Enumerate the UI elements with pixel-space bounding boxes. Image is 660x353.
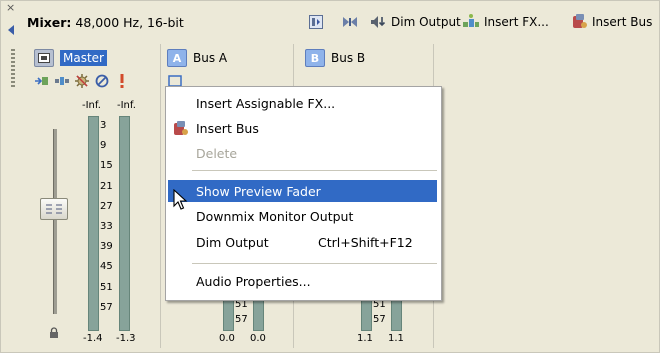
menu-item-label: Audio Properties... bbox=[196, 273, 311, 289]
bus-a-level-left: 0.0 bbox=[219, 333, 235, 344]
bus-b-header[interactable]: B Bus B bbox=[305, 48, 427, 68]
master-fader-knob[interactable] bbox=[40, 198, 68, 220]
scale-tick: 9 bbox=[100, 140, 107, 152]
menu-separator bbox=[192, 170, 437, 171]
menu-item-label: Show Preview Fader bbox=[196, 183, 321, 199]
master-strip-icons bbox=[34, 72, 130, 90]
menu-item-label: Downmix Monitor Output bbox=[196, 208, 354, 224]
menu-item-shortcut: Ctrl+Shift+F12 bbox=[318, 234, 413, 250]
insert-bus-button[interactable]: Insert Bus bbox=[571, 13, 652, 31]
bus-b-meter-scale: 51 57 bbox=[373, 297, 393, 327]
mixer-window: × Mixer: 48,000 Hz, 16-bit Dim Output In… bbox=[0, 0, 660, 353]
master-peak-left: -Inf. bbox=[82, 100, 101, 111]
bus-b-chip: B bbox=[305, 49, 325, 67]
speaker-dim-icon bbox=[371, 16, 386, 28]
downmix-button[interactable] bbox=[341, 13, 362, 31]
mouse-cursor-icon bbox=[173, 188, 189, 214]
menu-separator bbox=[192, 263, 437, 264]
close-icon[interactable]: × bbox=[6, 2, 15, 13]
master-level-right: -1.3 bbox=[116, 333, 136, 344]
scale-tick: 27 bbox=[100, 200, 113, 212]
master-header[interactable]: Master bbox=[34, 48, 156, 68]
menu-item-label: Insert Bus bbox=[196, 120, 259, 136]
menu-item-dim-output[interactable]: Dim Output Ctrl+Shift+F12 bbox=[168, 231, 437, 253]
master-fader-track[interactable] bbox=[53, 129, 57, 314]
scale-tick: 57 bbox=[100, 301, 113, 313]
mixer-toolbar: Mixer: 48,000 Hz, 16-bit Dim Output Inse… bbox=[23, 9, 659, 35]
bus-b-level-right: 1.1 bbox=[388, 333, 404, 344]
mixer-title: Mixer: 48,000 Hz, 16-bit bbox=[27, 15, 184, 30]
insert-bus-icon bbox=[172, 120, 190, 141]
menu-item-insert-assignable-fx[interactable]: Insert Assignable FX... bbox=[168, 92, 437, 114]
master-chip-icon bbox=[34, 49, 54, 67]
bus-a-chip: A bbox=[167, 49, 187, 67]
input-routing-icon[interactable] bbox=[34, 73, 50, 89]
fx-chain-icon[interactable] bbox=[54, 73, 70, 89]
master-meter-scale: 3 9 15 21 27 33 39 45 51 57 bbox=[100, 116, 120, 318]
bus-a-name-label[interactable]: Bus A bbox=[193, 51, 227, 65]
menu-item-downmix-monitor-output[interactable]: Downmix Monitor Output bbox=[168, 205, 437, 227]
window-left-edge: × bbox=[1, 1, 23, 352]
insert-bus-icon bbox=[573, 14, 587, 28]
scale-tick: 57 bbox=[235, 314, 248, 325]
dim-output-label: Dim Output bbox=[391, 15, 461, 29]
context-menu: Insert Assignable FX... Insert Bus Delet… bbox=[165, 86, 442, 301]
scale-tick: 33 bbox=[100, 221, 113, 233]
insert-bus-label: Insert Bus bbox=[592, 15, 653, 29]
scale-tick: 51 bbox=[100, 281, 113, 293]
menu-item-label: Delete bbox=[196, 145, 238, 161]
fader-lock-icon[interactable] bbox=[49, 327, 59, 342]
menu-item-show-preview-fader[interactable]: Show Preview Fader bbox=[168, 180, 437, 202]
dock-grip-handle[interactable] bbox=[11, 49, 15, 89]
menu-item-delete[interactable]: Delete bbox=[168, 142, 437, 164]
bus-a-level-right: 0.0 bbox=[250, 333, 266, 344]
menu-item-label: Dim Output bbox=[196, 234, 269, 250]
mixer-view-button[interactable] bbox=[308, 13, 327, 31]
master-meter-right bbox=[119, 116, 130, 331]
menu-item-audio-properties[interactable]: Audio Properties... bbox=[168, 270, 437, 292]
master-level-left: -1.4 bbox=[83, 333, 103, 344]
bus-a-meter-scale: 51 57 bbox=[235, 297, 255, 327]
strip-master: Master -Inf. -Inf. 3 9 15 21 27 33 39 45… bbox=[28, 44, 161, 348]
master-peak-right: -Inf. bbox=[117, 100, 136, 111]
master-meter-left bbox=[88, 116, 99, 331]
menu-item-label: Insert Assignable FX... bbox=[196, 95, 336, 111]
mixer-view-icon bbox=[309, 15, 323, 29]
bus-b-level-left: 1.1 bbox=[357, 333, 373, 344]
scale-tick: 39 bbox=[100, 241, 113, 253]
bus-a-header[interactable]: A Bus A bbox=[167, 48, 289, 68]
collapse-arrow-icon[interactable] bbox=[8, 25, 14, 35]
automation-gear-icon[interactable] bbox=[74, 73, 90, 89]
plugin-chain-icon bbox=[463, 14, 479, 27]
scale-tick: 3 bbox=[100, 120, 107, 131]
scale-tick: 15 bbox=[100, 160, 113, 172]
insert-fx-button[interactable]: Insert FX... bbox=[461, 13, 549, 31]
insert-fx-label: Insert FX... bbox=[484, 15, 549, 29]
dim-output-button[interactable]: Dim Output bbox=[370, 13, 461, 31]
bus-b-name-label[interactable]: Bus B bbox=[331, 51, 365, 65]
scale-tick: 57 bbox=[373, 314, 386, 325]
menu-item-insert-bus[interactable]: Insert Bus bbox=[168, 117, 437, 139]
scale-tick: 21 bbox=[100, 180, 113, 192]
solo-exclamation-icon[interactable] bbox=[114, 73, 130, 89]
master-name-label[interactable]: Master bbox=[60, 50, 107, 66]
downmix-icon bbox=[343, 17, 357, 27]
mute-icon[interactable] bbox=[94, 73, 110, 89]
scale-tick: 45 bbox=[100, 261, 113, 273]
